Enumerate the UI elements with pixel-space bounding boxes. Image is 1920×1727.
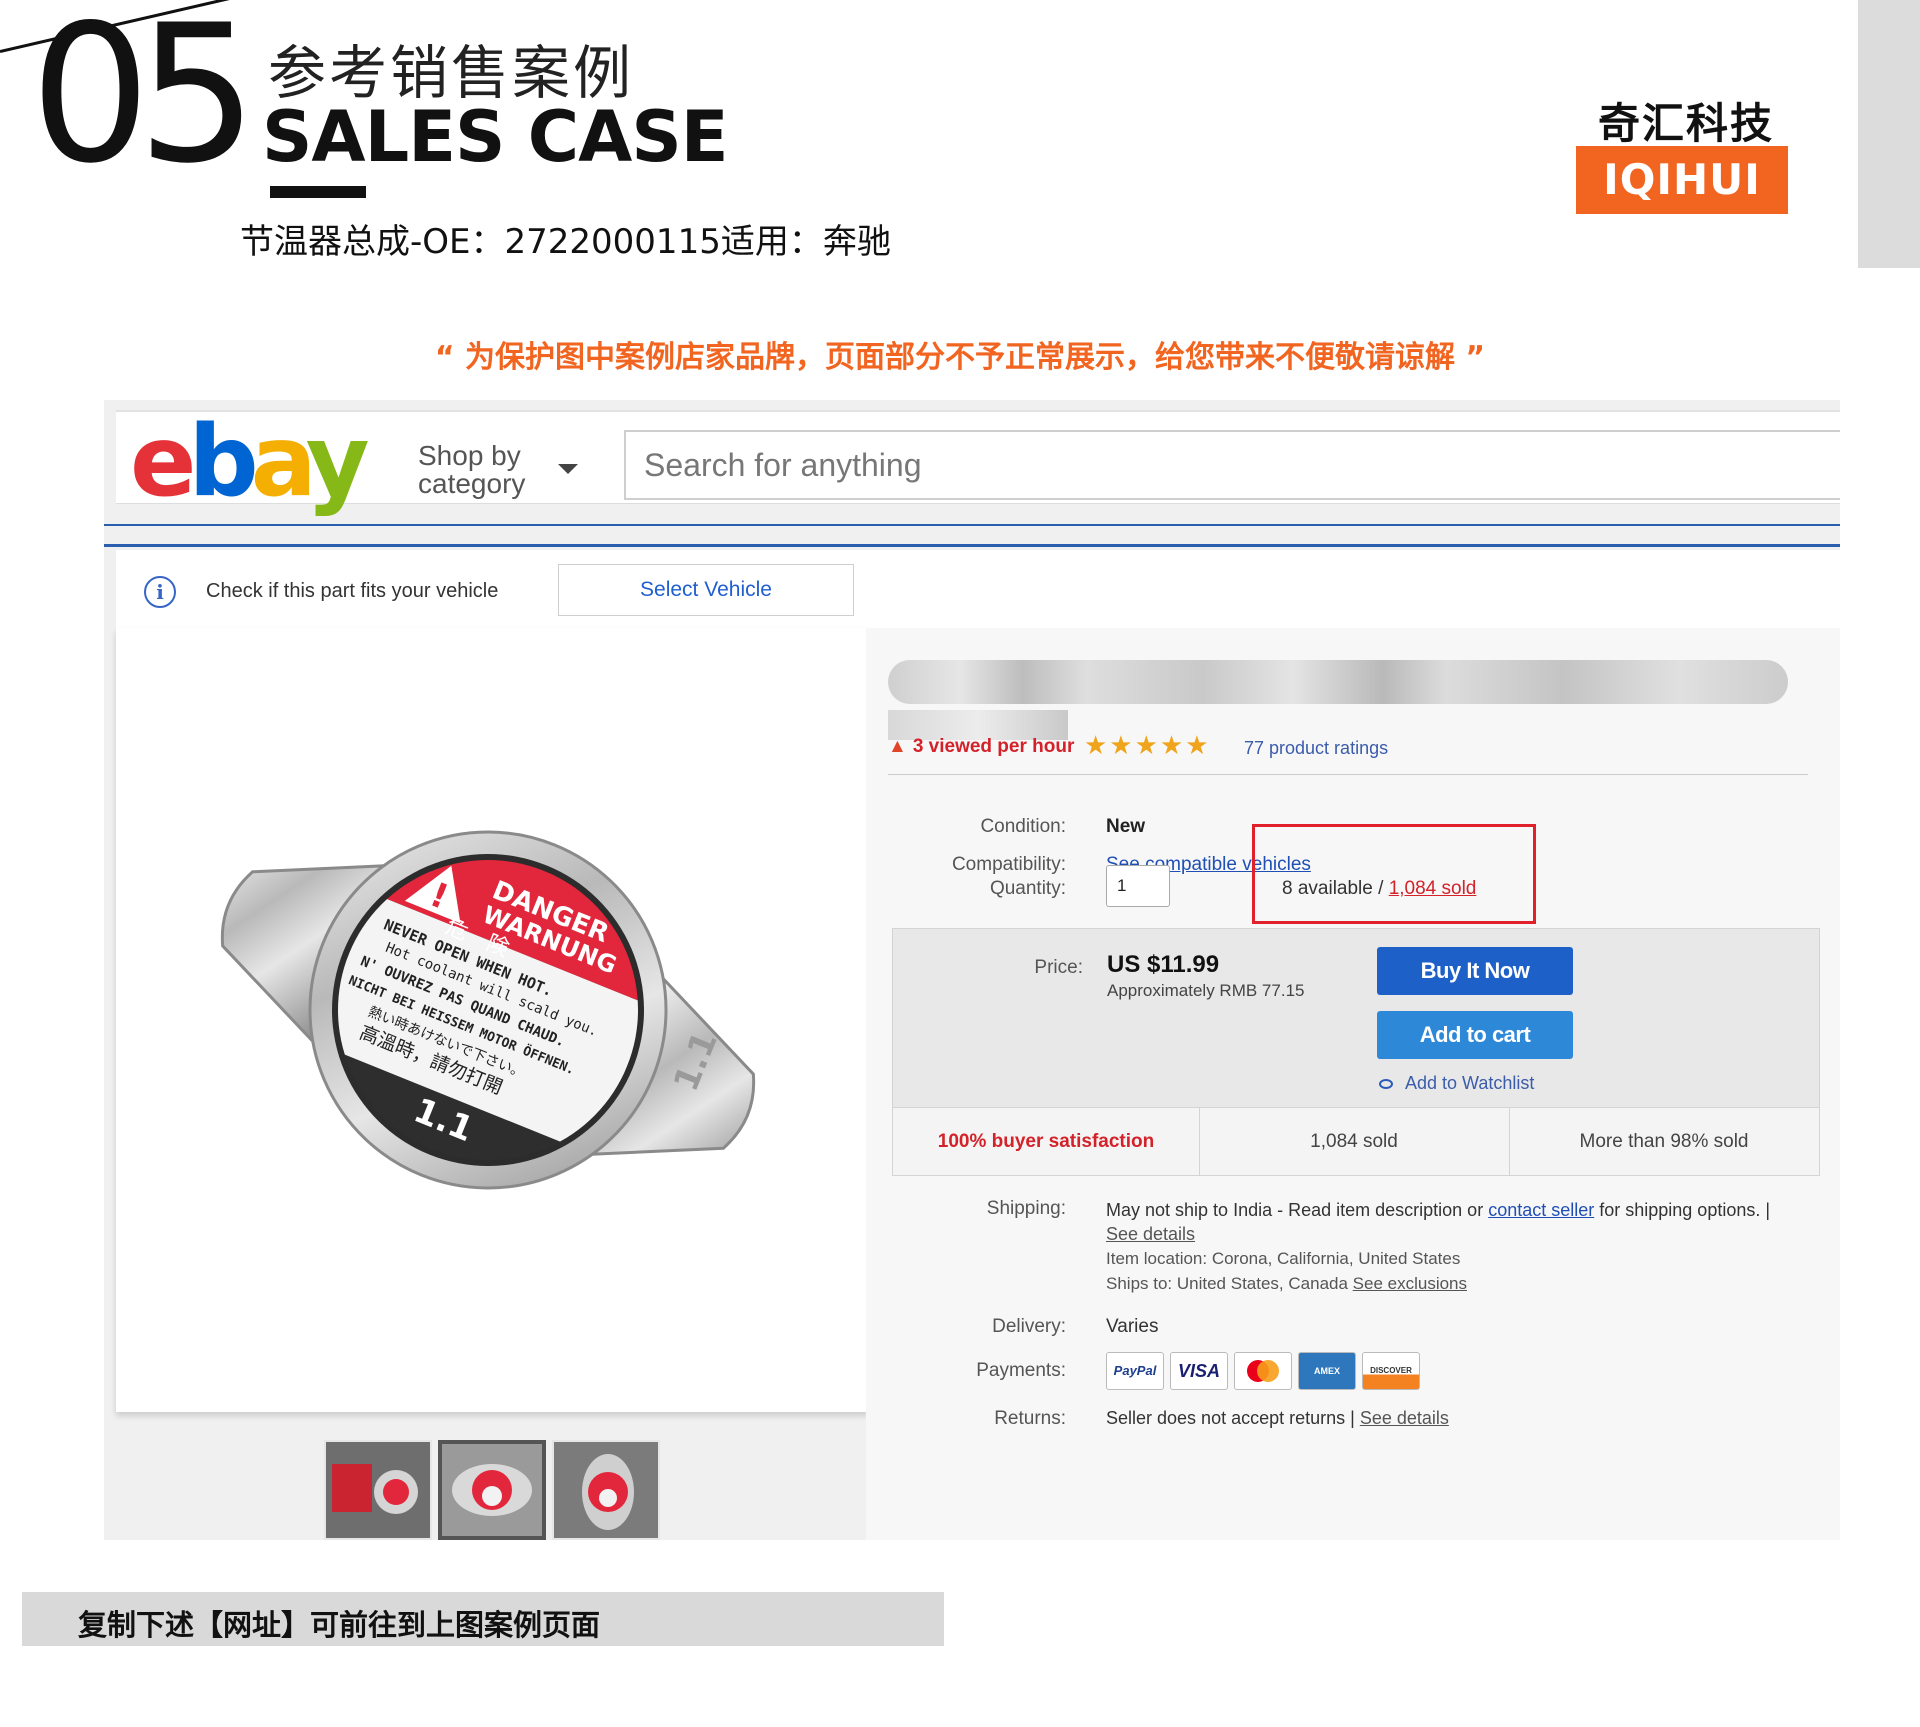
- radiator-cap-image: ! DANGER WARNUNG 危 険 NEVER OPEN WHEN HOT…: [220, 814, 756, 1206]
- amex-icon: AMEX: [1298, 1352, 1356, 1390]
- condition-value: New: [1106, 816, 1146, 837]
- thumbnail-2[interactable]: [438, 1440, 546, 1540]
- ebay-header: ebay Shop by category: [116, 410, 1840, 511]
- product-subtitle: 节温器总成-OE：2722000115适用：奔驰: [240, 222, 891, 262]
- category-label: category: [418, 468, 526, 499]
- shop-by-label: Shop by: [418, 440, 521, 471]
- contact-seller-link[interactable]: contact seller: [1488, 1200, 1594, 1220]
- ebay-screenshot: ebay Shop by category i Check if this pa…: [104, 400, 1840, 1540]
- listing-details: ▲ 3 viewed per hour ★★★★★ 77 product rati…: [866, 628, 1840, 1540]
- header-divider-2: [104, 544, 1840, 547]
- eye-icon: [1379, 1079, 1393, 1090]
- mastercard-icon: [1234, 1352, 1292, 1390]
- visa-icon: VISA: [1170, 1352, 1228, 1390]
- quantity-field[interactable]: [1106, 865, 1170, 907]
- quantity-input[interactable]: [1107, 866, 1169, 906]
- quantity-label: Quantity:: [989, 878, 1066, 899]
- price-value: US $11.99: [1107, 951, 1220, 978]
- sold-stat: 1,084 sold: [1310, 1131, 1398, 1152]
- flame-icon: ▲: [888, 736, 907, 757]
- returns-label: Returns:: [994, 1408, 1066, 1429]
- returns-text: Seller does not accept returns |: [1106, 1408, 1360, 1428]
- thumbnail-strip: [324, 1440, 664, 1540]
- divider: [888, 774, 1808, 775]
- stats-bar: 100% buyer satisfaction 1,084 sold More …: [893, 1107, 1819, 1176]
- footer-instruction: 复制下述【网址】可前往到上图案例页面: [78, 1608, 601, 1642]
- product-ratings-link[interactable]: 77 product ratings: [1244, 738, 1388, 759]
- shipping-text: May not ship to India - Read item descri…: [1106, 1200, 1489, 1220]
- brand-name-cn: 奇汇科技: [1598, 99, 1775, 148]
- condition-label: Condition:: [980, 816, 1066, 837]
- brand-logo-badge: IQIHUI: [1576, 146, 1788, 214]
- discover-icon: DISCOVER: [1362, 1352, 1420, 1390]
- approx-price: Approximately RMB 77.15: [1107, 981, 1305, 1000]
- add-to-watchlist-link[interactable]: Add to Watchlist: [1379, 1073, 1534, 1094]
- highlight-box: [1252, 824, 1536, 924]
- privacy-notice: “ 为保护图中案例店家品牌，页面部分不予正常展示，给您带来不便敬请谅解 ”: [434, 340, 1486, 375]
- shipping-text-2: for shipping options. |: [1594, 1200, 1771, 1220]
- title-underline: [270, 186, 366, 198]
- ships-to: Ships to: United States, Canada: [1106, 1274, 1353, 1293]
- product-image-panel[interactable]: ! DANGER WARNUNG 危 険 NEVER OPEN WHEN HOT…: [116, 628, 868, 1412]
- side-tab: [1858, 0, 1920, 268]
- add-to-cart-button[interactable]: Add to cart: [1377, 1011, 1573, 1059]
- paypal-icon: PayPal: [1106, 1352, 1164, 1390]
- blurred-title: [888, 660, 1788, 704]
- select-vehicle-button[interactable]: Select Vehicle: [558, 564, 854, 616]
- shipping-label: Shipping:: [986, 1198, 1066, 1219]
- buy-it-now-button[interactable]: Buy It Now: [1377, 947, 1573, 995]
- fitment-bar: i Check if this part fits your vehicle S…: [116, 550, 1840, 630]
- sold-percent-stat: More than 98% sold: [1579, 1131, 1749, 1152]
- fitment-text: Check if this part fits your vehicle: [206, 580, 499, 602]
- price-label: Price:: [1034, 957, 1083, 978]
- compatibility-label: Compatibility:: [951, 854, 1066, 875]
- shop-by-category-button[interactable]: Shop by category: [418, 442, 525, 498]
- payments-label: Payments:: [976, 1360, 1066, 1381]
- header-divider: [104, 524, 1840, 526]
- thumbnail-3[interactable]: [552, 1440, 660, 1540]
- viewed-per-hour: ▲ 3 viewed per hour: [888, 736, 1074, 758]
- watchlist-label: Add to Watchlist: [1405, 1073, 1535, 1093]
- thumbnail-1[interactable]: [324, 1440, 432, 1540]
- viewed-text: 3 viewed per hour: [912, 736, 1075, 757]
- shipping-see-details-link[interactable]: See details: [1106, 1224, 1195, 1244]
- item-location: Item location: Corona, California, Unite…: [1106, 1249, 1461, 1268]
- search-input[interactable]: [626, 432, 1840, 498]
- info-icon: i: [144, 576, 176, 608]
- section-number: 05: [30, 0, 258, 205]
- buyer-satisfaction-stat: 100% buyer satisfaction: [937, 1131, 1155, 1152]
- delivery-label: Delivery:: [992, 1316, 1066, 1337]
- title-en: SALES CASE: [262, 96, 729, 178]
- see-exclusions-link[interactable]: See exclusions: [1353, 1274, 1467, 1293]
- rating-stars[interactable]: ★★★★★: [1084, 730, 1211, 761]
- search-box[interactable]: [624, 430, 1840, 500]
- returns-policy: Seller does not accept returns | See det…: [1106, 1408, 1449, 1429]
- shipping-details: May not ship to India - Read item descri…: [1106, 1198, 1786, 1296]
- returns-see-details-link[interactable]: See details: [1360, 1408, 1449, 1428]
- buy-panel: Price: US $11.99 Approximately RMB 77.15…: [892, 928, 1820, 1176]
- delivery-value: Varies: [1106, 1316, 1159, 1337]
- ebay-logo[interactable]: ebay: [130, 413, 370, 511]
- chevron-down-icon[interactable]: [558, 464, 578, 474]
